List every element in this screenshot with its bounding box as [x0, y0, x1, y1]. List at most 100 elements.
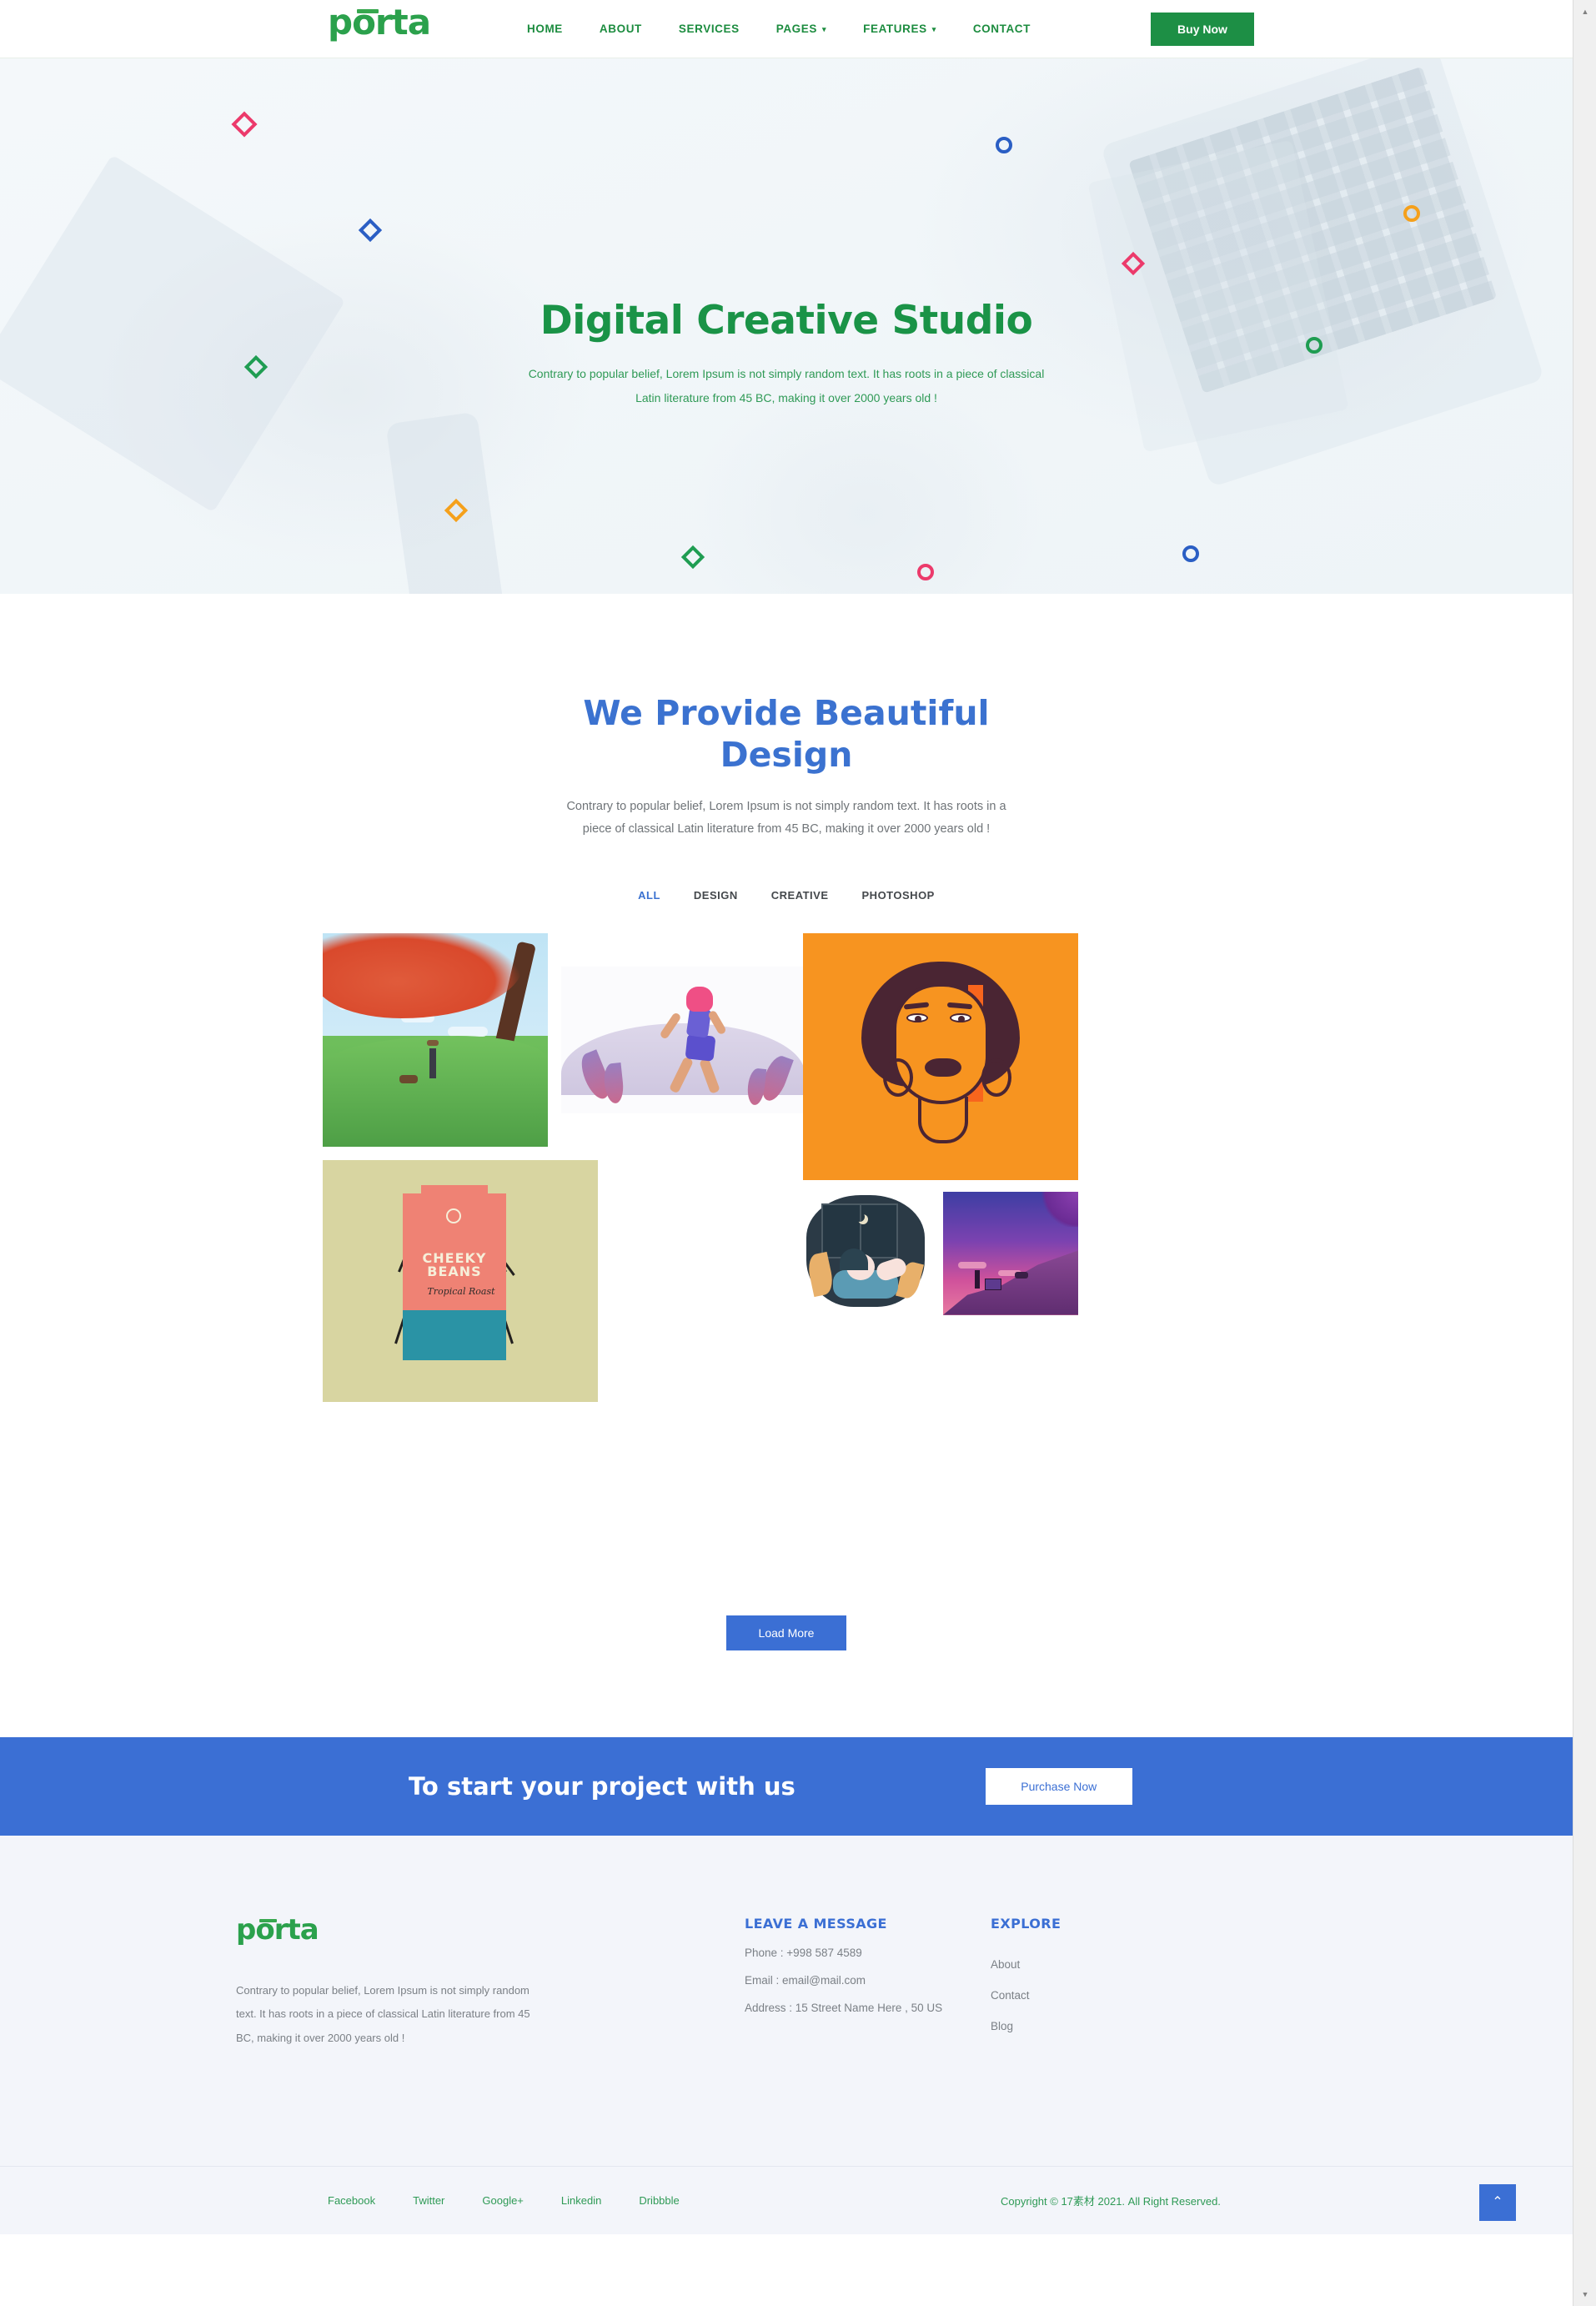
portfolio-subtitle-line-2: piece of classical Latin literature from… [582, 821, 991, 836]
nav-label: PAGES [775, 23, 817, 35]
filter-creative[interactable]: CREATIVE [771, 889, 829, 902]
footer-link-about[interactable]: About [991, 1958, 1157, 1971]
nav-item-home[interactable]: HOME [509, 23, 581, 35]
social-links: Facebook Twitter Google+ Linkedin Dribbb… [328, 2194, 680, 2207]
nav-label: SERVICES [678, 23, 740, 35]
coffee-variant-text: Tropical Roast [427, 1285, 495, 1297]
portfolio-title-line-1: We Provide Beautiful [583, 693, 990, 733]
footer-bottom-bar: Facebook Twitter Google+ Linkedin Dribbb… [0, 2165, 1573, 2234]
portfolio-subtitle-line-1: Contrary to popular belief, Lorem Ipsum … [566, 800, 1006, 814]
load-more-wrapper: Load More [0, 1552, 1573, 1650]
portfolio-title: We Provide Beautiful Design [0, 692, 1573, 776]
nav-item-contact[interactable]: CONTACT [955, 23, 1049, 35]
decor-diamond-green-2 [680, 545, 705, 570]
logo-macron-icon [357, 9, 379, 13]
footer-brand-column: porta Contrary to popular belief, Lorem … [236, 1916, 536, 2051]
scrollbar-thumb[interactable] [1576, 23, 1594, 182]
portfolio-item-runner[interactable] [561, 966, 805, 1113]
person-figure [427, 1039, 439, 1078]
nav-label: CONTACT [972, 23, 1031, 35]
earring-hoop-right-icon [981, 1058, 1011, 1097]
page-root: porta HOME ABOUT SERVICES PAGES ▾ FEATUR… [0, 0, 1573, 2234]
coffee-brand-text: CHEEKY BEANS [422, 1249, 487, 1280]
hero-subtitle-line-2: Latin literature from 45 BC, making it o… [635, 391, 937, 405]
portfolio-item-autumn-tree[interactable] [323, 932, 548, 1147]
footer-logo[interactable]: porta [236, 1916, 536, 1944]
hero-title: Digital Creative Studio [540, 298, 1033, 344]
nav-label: ABOUT [599, 23, 642, 35]
purchase-now-button[interactable]: Purchase Now [985, 1767, 1132, 1805]
portfolio-item-cheeky-beans[interactable]: CHEEKY BEANS Tropical Roast [323, 1159, 598, 1402]
chevron-up-icon: ⌃ [1492, 2194, 1503, 2209]
nav-item-about[interactable]: ABOUT [581, 23, 660, 35]
portfolio-item-woman-portrait[interactable] [803, 932, 1078, 1180]
social-link-dribbble[interactable]: Dribbble [639, 2194, 679, 2207]
nav-item-pages[interactable]: PAGES ▾ [758, 23, 845, 35]
runner-hair [686, 986, 713, 1012]
decor-circle-pink-1 [917, 564, 934, 580]
nav-item-services[interactable]: SERVICES [660, 23, 758, 35]
scrollbar-up-arrow-icon[interactable]: ▲ [1573, 0, 1596, 23]
chevron-down-icon: ▾ [822, 25, 827, 33]
decor-circle-blue-1 [996, 137, 1012, 153]
filter-all[interactable]: ALL [638, 889, 660, 902]
portfolio-subtitle: Contrary to popular belief, Lorem Ipsum … [0, 796, 1573, 841]
palm-leaf-shape [1030, 1191, 1078, 1227]
filter-photoshop[interactable]: PHOTOSHOP [862, 889, 935, 902]
portfolio-title-line-2: Design [720, 735, 853, 776]
footer-explore-heading: EXPLORE [991, 1915, 1061, 1932]
site-logo[interactable]: porta [328, 2, 431, 43]
social-link-linkedin[interactable]: Linkedin [561, 2194, 601, 2207]
scrollbar-down-arrow-icon[interactable]: ▼ [1573, 2283, 1596, 2306]
hill-ridge-shape [943, 1250, 1078, 1315]
nav-label: FEATURES [863, 23, 927, 35]
hero-section: Digital Creative Studio Contrary to popu… [0, 58, 1573, 594]
copyright-text: Copyright © 17素材 2021. All Right Reserve… [1001, 2194, 1221, 2208]
nav-item-features[interactable]: FEATURES ▾ [845, 23, 955, 35]
social-link-googleplus[interactable]: Google+ [482, 2194, 524, 2207]
portfolio-item-sleeping-woman[interactable] [803, 1191, 928, 1310]
footer-phone: Phone : +998 587 4589 [745, 1946, 862, 1959]
footer-email: Email : email@mail.com [745, 1973, 866, 1987]
social-link-twitter[interactable]: Twitter [413, 2194, 444, 2207]
site-footer: porta Contrary to popular belief, Lorem … [0, 1835, 1573, 2234]
sun-icon [446, 1208, 461, 1223]
footer-message-column: LEAVE A MESSAGE Phone : +998 587 4589 Em… [745, 1916, 1011, 2014]
decor-diamond-pink-1 [231, 111, 258, 138]
moon-icon [855, 1212, 865, 1222]
hero-subtitle-line-1: Contrary to popular belief, Lorem Ipsum … [528, 367, 1045, 381]
footer-columns: porta Contrary to popular belief, Lorem … [236, 1916, 1337, 2099]
painter-figure [975, 1269, 980, 1289]
portfolio-item-dusk-painter[interactable] [943, 1191, 1078, 1315]
hero-content: Digital Creative Studio Contrary to popu… [0, 298, 1573, 411]
portrait-eye-right [950, 1012, 971, 1022]
decor-diamond-blue-1 [358, 218, 383, 243]
dog-figure [399, 1074, 418, 1083]
portfolio-grid: CHEEKY BEANS Tropical Roast [323, 932, 1250, 1552]
site-header: porta HOME ABOUT SERVICES PAGES ▾ FEATUR… [0, 0, 1573, 58]
load-more-button[interactable]: Load More [726, 1615, 846, 1650]
portfolio-filters: ALL DESIGN CREATIVE PHOTOSHOP [0, 889, 1573, 902]
nav-label: HOME [527, 23, 563, 35]
filter-design[interactable]: DESIGN [694, 889, 738, 902]
chevron-down-icon: ▾ [931, 25, 936, 33]
main-nav: HOME ABOUT SERVICES PAGES ▾ FEATURES ▾ C… [509, 23, 1049, 35]
portrait-lips [925, 1058, 961, 1077]
back-to-top-button[interactable]: ⌃ [1479, 2183, 1516, 2221]
cta-heading: To start your project with us [409, 1771, 795, 1801]
tree-crown-shape [323, 932, 523, 1018]
footer-link-contact[interactable]: Contact [991, 1989, 1157, 2002]
footer-message-heading: LEAVE A MESSAGE [745, 1915, 887, 1932]
logo-text: porta [328, 2, 431, 43]
footer-link-blog[interactable]: Blog [991, 2020, 1157, 2032]
footer-explore-column: EXPLORE About Contact Blog [991, 1916, 1157, 2032]
dog-figure [1015, 1271, 1028, 1279]
hero-bg-phone [385, 411, 507, 594]
runner-shorts [685, 1032, 716, 1062]
buy-now-button[interactable]: Buy Now [1151, 12, 1254, 46]
social-link-facebook[interactable]: Facebook [328, 2194, 375, 2207]
footer-address: Address : 15 Street Name Here , 50 US [745, 2001, 943, 2014]
earring-hoop-left-icon [883, 1058, 913, 1097]
page-scrollbar[interactable]: ▲ ▼ [1573, 0, 1596, 2306]
cta-banner: To start your project with us Purchase N… [0, 1736, 1573, 1836]
